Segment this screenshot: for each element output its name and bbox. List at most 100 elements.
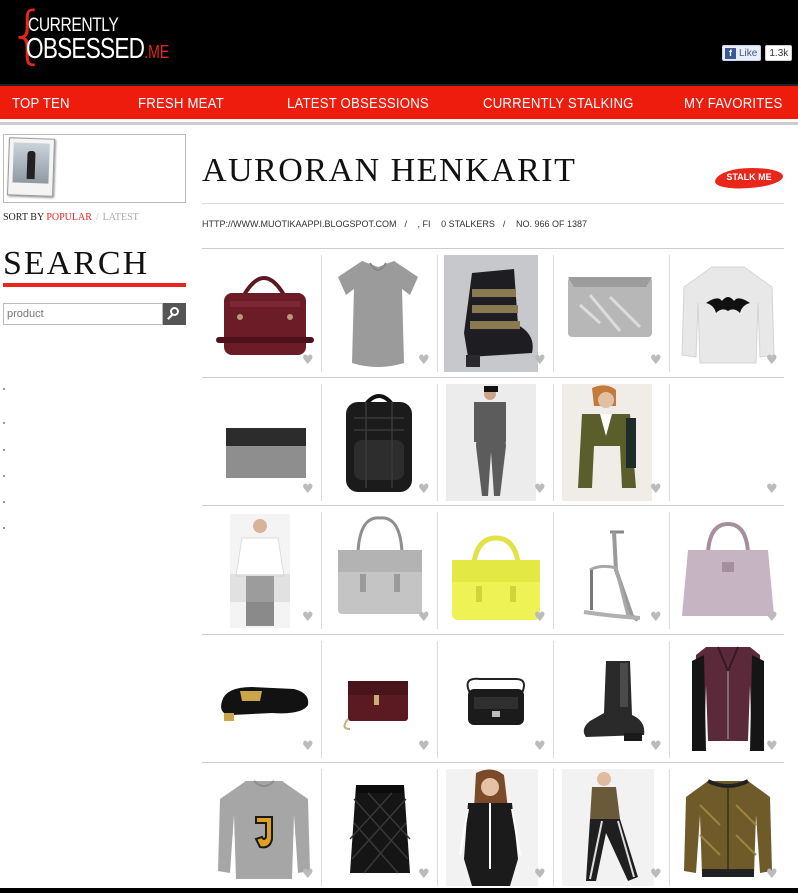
product-image-j-letter-sweater — [218, 780, 310, 879]
heart-icon[interactable]: ♥ — [534, 611, 546, 624]
heart-icon[interactable]: ♥ — [766, 611, 778, 624]
nav-fresh-meat[interactable]: FRESH MEAT — [138, 95, 224, 112]
product-tile[interactable]: ♥ — [437, 383, 550, 501]
nav-my-favorites[interactable]: MY FAVORITES — [684, 95, 782, 112]
sort-popular-link[interactable]: POPULAR — [46, 212, 92, 223]
product-image-grey-satchel — [338, 516, 422, 614]
facebook-like-label: Like — [739, 47, 758, 59]
profile-location: , FI — [417, 219, 431, 229]
product-tile[interactable]: ♥ — [553, 769, 666, 886]
nav-currently-stalking[interactable]: CURRENTLY STALKING — [483, 95, 634, 112]
product-tile[interactable]: ♥ — [208, 384, 318, 501]
product-tile[interactable]: ♥ — [553, 512, 666, 629]
heart-icon[interactable]: ♥ — [650, 611, 662, 624]
heart-icon[interactable]: ♥ — [418, 611, 430, 624]
heart-icon[interactable]: ♥ — [302, 354, 314, 367]
facebook-like-count: 1.3k — [765, 45, 793, 61]
sidebar-bullet — [3, 501, 5, 503]
heart-icon[interactable]: ♥ — [302, 740, 314, 753]
product-tile[interactable]: ♥ — [669, 640, 782, 758]
search-input[interactable] — [3, 303, 163, 325]
product-image-burgundy-bag — [216, 276, 314, 355]
product-image-sequin-track-pants-model — [562, 769, 654, 886]
facebook-icon: f — [725, 47, 736, 59]
profile-card[interactable] — [3, 134, 186, 203]
product-grid: ♥ ♥ ♥ ♥ ♥ ♥ ♥ ♥ ♥ ♥ ♥ ♥ ♥ ♥ ♥ ♥ ♥ ♥ ♥ ♥ … — [202, 249, 784, 892]
product-tile[interactable]: ♥ — [208, 641, 318, 758]
stalk-me-button[interactable]: STALK ME — [714, 166, 784, 190]
heart-icon[interactable]: ♥ — [302, 868, 314, 881]
heart-icon[interactable]: ♥ — [534, 740, 546, 753]
product-tile[interactable]: ♥ — [669, 512, 782, 629]
sidebar-bullet — [3, 422, 5, 424]
product-tile[interactable]: ♥ — [669, 255, 782, 372]
product-tile[interactable]: ♥ — [321, 769, 434, 886]
product-tile[interactable]: ♥ — [208, 255, 318, 372]
profile-meta: HTTP://WWW.MUOTIKAAPPI.BLOGSPOT.COM / , F… — [202, 219, 587, 229]
heart-icon[interactable]: ♥ — [418, 483, 430, 496]
product-row: ♥ ♥ ♥ ♥ ♥ — [202, 635, 784, 763]
product-tile[interactable]: ♥ — [437, 512, 550, 629]
product-tile[interactable]: ♥ — [321, 255, 434, 372]
heart-icon[interactable]: ♥ — [650, 868, 662, 881]
product-image-grey-jumpsuit-model — [446, 383, 536, 501]
search-heading: SEARCH — [3, 245, 150, 282]
product-image-bat-print-sweater — [681, 266, 775, 364]
heart-icon[interactable]: ♥ — [766, 868, 778, 881]
product-tile[interactable]: ♥ — [669, 769, 782, 886]
product-tile[interactable]: ♥ — [437, 255, 550, 372]
product-row: ♥ ♥ ♥ ♥ ♥ — [202, 378, 784, 506]
product-tile[interactable]: ♥ — [553, 255, 666, 372]
product-image-black-chelsea-boot — [583, 660, 645, 741]
heart-icon[interactable]: ♥ — [766, 483, 778, 496]
product-image-burgundy-leather-jacket — [692, 646, 764, 751]
search-button[interactable] — [163, 303, 186, 325]
heart-icon[interactable]: ♥ — [302, 611, 314, 624]
heart-icon[interactable]: ♥ — [650, 354, 662, 367]
sidebar-bullet — [3, 449, 5, 451]
product-image-lilac-tote — [682, 522, 774, 616]
product-image-olive-blazer-model — [562, 383, 652, 501]
facebook-like-button[interactable]: f Like — [722, 45, 762, 61]
heart-icon[interactable]: ♥ — [650, 740, 662, 753]
sort-latest-link[interactable]: LATEST — [103, 212, 139, 223]
heart-icon[interactable]: ♥ — [766, 740, 778, 753]
profile-rank: NO. 966 OF 1387 — [515, 219, 587, 229]
product-tile[interactable]: ♥ — [321, 383, 434, 501]
product-tile[interactable]: ♥ — [208, 512, 318, 629]
stalk-me-label: STALK ME — [726, 172, 772, 182]
heart-icon[interactable]: ♥ — [418, 868, 430, 881]
product-tile[interactable]: ♥ — [208, 769, 318, 886]
heart-icon[interactable]: ♥ — [534, 483, 546, 496]
facebook-like-widget: f Like 1.3k — [722, 45, 793, 61]
heart-icon[interactable]: ♥ — [534, 354, 546, 367]
logo-line2: OBSESSED.ME — [26, 33, 170, 65]
product-image-black-camera-bag — [466, 677, 525, 725]
product-image-white-tee-model — [230, 514, 290, 628]
heart-icon[interactable]: ♥ — [302, 483, 314, 496]
product-image-velvet-slipper — [221, 686, 309, 721]
product-row: ♥ ♥ ♥ ♥ ♥ — [202, 763, 784, 892]
product-tile[interactable]: ♥ — [437, 640, 550, 758]
heart-icon[interactable]: ♥ — [418, 354, 430, 367]
product-image-empty-item — [672, 384, 782, 484]
product-tile[interactable]: ♥ — [437, 769, 550, 886]
product-tile[interactable]: ♥ — [321, 512, 434, 629]
product-image-grey-felt-clutch — [226, 427, 306, 478]
product-tile[interactable]: ♥ — [669, 383, 782, 501]
heart-icon[interactable]: ♥ — [766, 354, 778, 367]
heart-icon[interactable]: ♥ — [418, 740, 430, 753]
product-tile[interactable]: ♥ — [321, 640, 434, 758]
product-tile[interactable]: ♥ — [553, 640, 666, 758]
product-tile[interactable]: ♥ — [553, 383, 666, 501]
heart-icon[interactable]: ♥ — [650, 483, 662, 496]
sidebar-bullet — [3, 527, 5, 529]
footer-bar — [0, 888, 798, 893]
divider — [202, 203, 784, 204]
profile-url[interactable]: HTTP://WWW.MUOTIKAAPPI.BLOGSPOT.COM — [202, 219, 397, 229]
sidebar-bullet — [3, 475, 5, 477]
product-row: ♥ ♥ ♥ ♥ ♥ — [202, 249, 784, 378]
nav-latest-obsessions[interactable]: LATEST OBSESSIONS — [287, 95, 429, 112]
heart-icon[interactable]: ♥ — [534, 868, 546, 881]
nav-top-ten[interactable]: TOP TEN — [12, 95, 70, 112]
